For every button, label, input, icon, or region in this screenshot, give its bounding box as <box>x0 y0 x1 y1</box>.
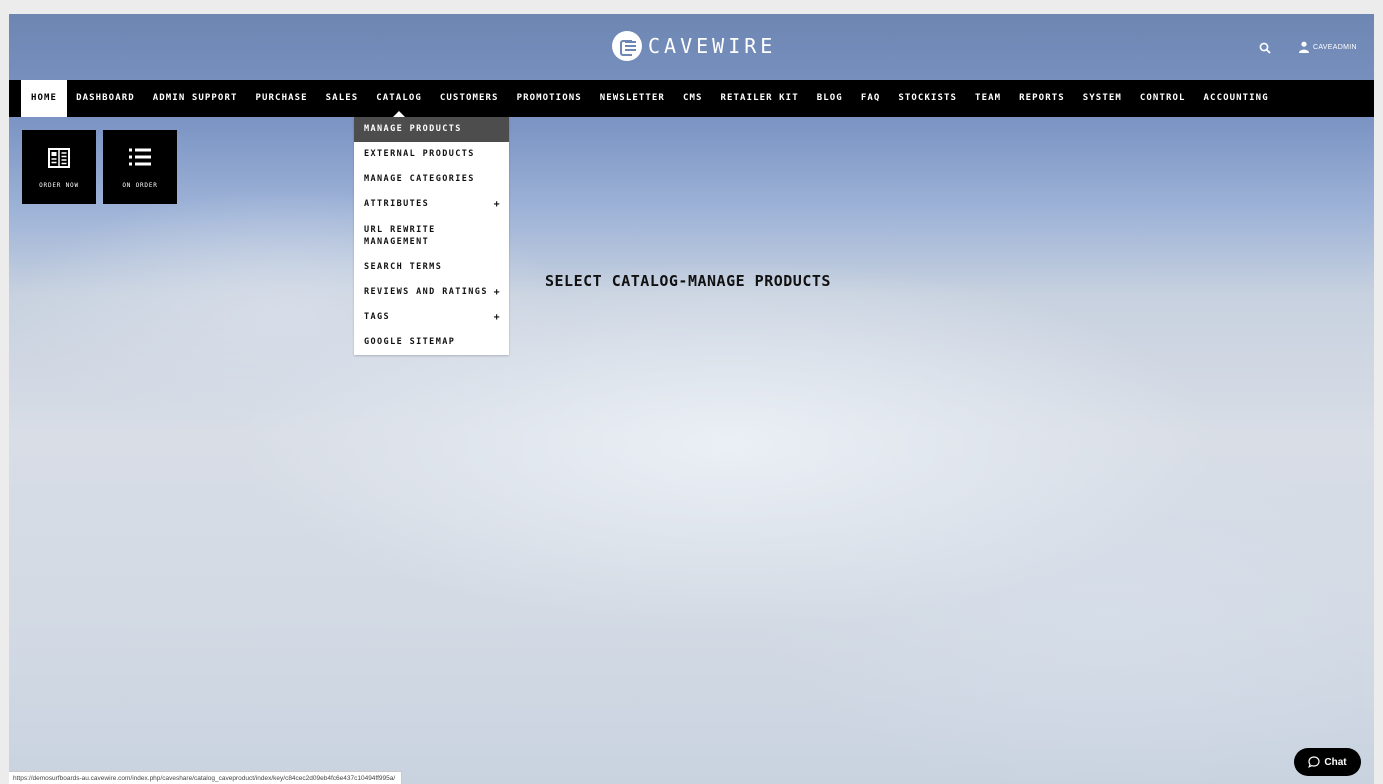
user-icon[interactable] <box>1299 41 1309 53</box>
order-now-tile[interactable]: ORDER NOW <box>22 130 96 204</box>
nav-item-blog[interactable]: BLOG <box>808 80 852 117</box>
nav-item-reports[interactable]: REPORTS <box>1010 80 1074 117</box>
nav-item-system[interactable]: SYSTEM <box>1074 80 1131 117</box>
nav-item-sales[interactable]: SALES <box>317 80 368 117</box>
expand-plus-icon[interactable]: + <box>494 280 501 305</box>
menu-item-label: URL REWRITE MANAGEMENT <box>364 225 436 247</box>
nav-item-stockists[interactable]: STOCKISTS <box>889 80 966 117</box>
nav-item-catalog[interactable]: CATALOG <box>367 80 431 117</box>
nav-item-dashboard[interactable]: DASHBOARD <box>67 80 144 117</box>
menu-item-label: REVIEWS AND RATINGS <box>364 287 488 297</box>
expand-plus-icon[interactable]: + <box>494 192 501 217</box>
nav-item-admin-support[interactable]: ADMIN SUPPORT <box>144 80 247 117</box>
menu-item-label: ATTRIBUTES <box>364 199 430 209</box>
header: CAVEWIRE CAVEADMIN <box>9 14 1374 80</box>
cavewire-logo-icon <box>612 31 642 61</box>
catalog-dropdown-menu: MANAGE PRODUCTS EXTERNAL PRODUCTS MANAGE… <box>354 117 509 355</box>
menu-item-label: EXTERNAL PRODUCTS <box>364 149 475 159</box>
expand-plus-icon[interactable]: + <box>494 305 501 330</box>
nav-item-home[interactable]: HOME <box>21 80 68 117</box>
menu-item-search-terms[interactable]: SEARCH TERMS <box>354 255 509 280</box>
chat-label: Chat <box>1324 756 1347 768</box>
tile-label: ORDER NOW <box>39 182 79 189</box>
logo-text: CAVEWIRE <box>648 34 777 58</box>
menu-item-attributes[interactable]: ATTRIBUTES + <box>354 192 509 217</box>
chat-button[interactable]: Chat <box>1294 748 1361 776</box>
menu-item-external-products[interactable]: EXTERNAL PRODUCTS <box>354 142 509 167</box>
user-name[interactable]: CAVEADMIN <box>1313 44 1357 51</box>
nav-item-faq[interactable]: FAQ <box>852 80 890 117</box>
on-order-tile[interactable]: ON ORDER <box>103 130 177 204</box>
list-icon <box>129 148 151 166</box>
nav-item-purchase[interactable]: PURCHASE <box>247 80 317 117</box>
logo[interactable]: CAVEWIRE <box>612 31 776 61</box>
nav-item-retailer-kit[interactable]: RETAILER KIT <box>712 80 808 117</box>
menu-item-tags[interactable]: TAGS + <box>354 305 509 330</box>
nav-item-team[interactable]: TEAM <box>966 80 1010 117</box>
menu-item-manage-categories[interactable]: MANAGE CATEGORIES <box>354 167 509 192</box>
menu-item-label: MANAGE CATEGORIES <box>364 174 475 184</box>
menu-item-label: TAGS <box>364 312 391 322</box>
nav-item-control[interactable]: CONTROL <box>1131 80 1195 117</box>
menu-item-google-sitemap[interactable]: GOOGLE SITEMAP <box>354 330 509 355</box>
menu-item-label: GOOGLE SITEMAP <box>364 337 456 347</box>
nav-item-customers[interactable]: CUSTOMERS <box>431 80 508 117</box>
tile-label: ON ORDER <box>122 182 158 189</box>
menu-item-reviews-and-ratings[interactable]: REVIEWS AND RATINGS + <box>354 280 509 305</box>
menu-item-label: MANAGE PRODUCTS <box>364 124 462 134</box>
nav-item-cms[interactable]: CMS <box>674 80 712 117</box>
main-nav: HOME DASHBOARD ADMIN SUPPORT PURCHASE SA… <box>9 80 1374 117</box>
search-icon[interactable] <box>1259 42 1271 54</box>
nav-item-newsletter[interactable]: NEWSLETTER <box>591 80 674 117</box>
menu-item-manage-products[interactable]: MANAGE PRODUCTS <box>354 117 509 142</box>
instruction-text: SELECT CATALOG-MANAGE PRODUCTS <box>545 272 831 290</box>
menu-item-label: SEARCH TERMS <box>364 262 443 272</box>
book-icon <box>48 148 70 168</box>
menu-item-url-rewrite-management[interactable]: URL REWRITE MANAGEMENT <box>354 217 509 255</box>
status-bar-url: https://demosurfboards-au.cavewire.com/i… <box>9 771 403 784</box>
chat-bubble-icon <box>1308 756 1320 768</box>
app-window: CAVEWIRE CAVEADMIN HOME DASHBOARD ADMIN … <box>9 14 1374 784</box>
nav-item-accounting[interactable]: ACCOUNTING <box>1195 80 1278 117</box>
nav-item-promotions[interactable]: PROMOTIONS <box>508 80 591 117</box>
